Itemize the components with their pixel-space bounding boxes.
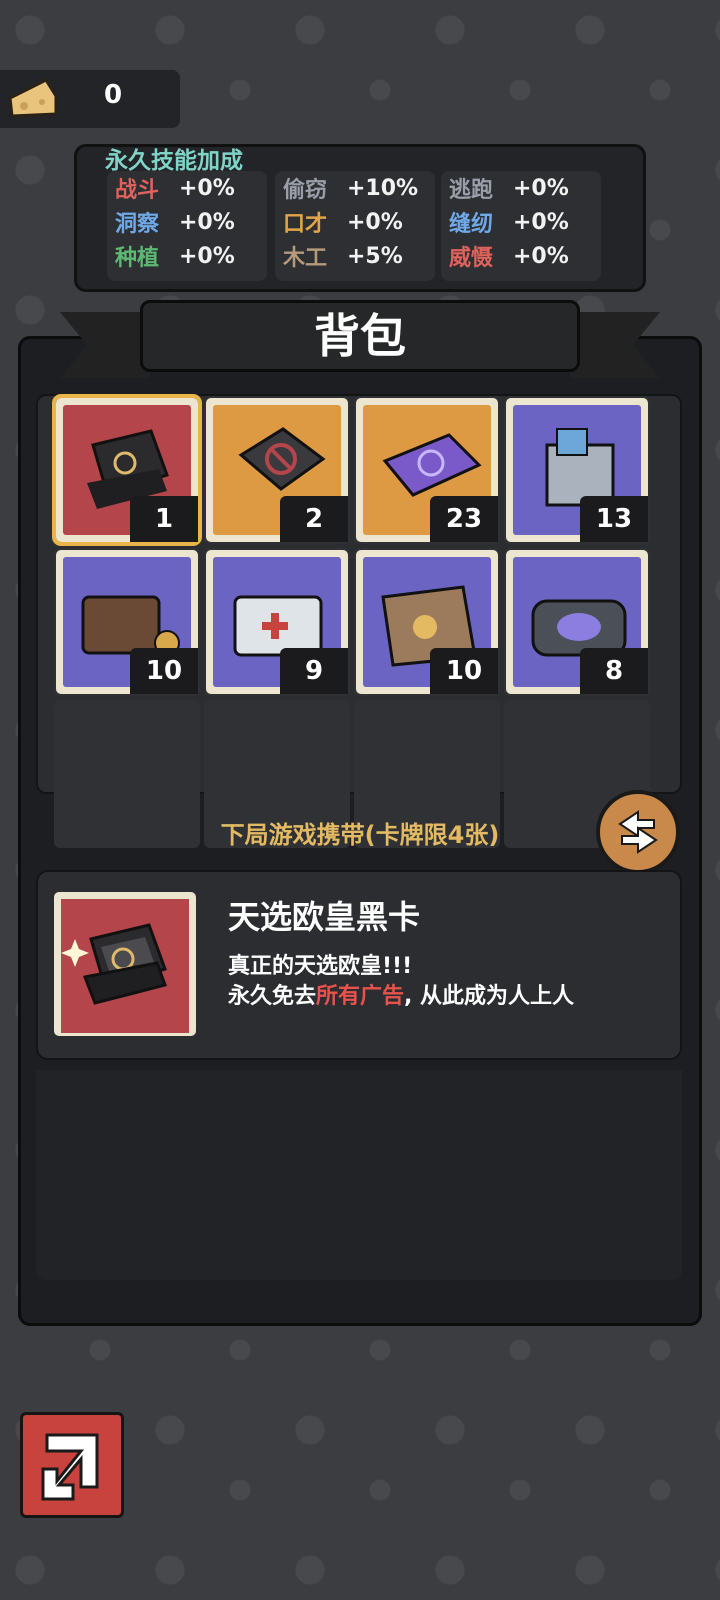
skill-value: +0% [179, 175, 235, 201]
skill-name: 逃跑 [449, 178, 494, 203]
item-count: 23 [430, 496, 498, 542]
skill-name: 种植 [115, 246, 160, 271]
skill-column: 逃跑 +0% 缝纫 +0% 威慑 +0% [441, 171, 601, 281]
inventory-grid: 1 2 23 13 10 9 10 8 [36, 394, 682, 848]
skill-value: +0% [179, 209, 235, 235]
item-count: 10 [430, 648, 498, 694]
inventory-item-purple-wallet[interactable]: 23 [356, 398, 498, 542]
inventory-item-paper-bag[interactable]: 10 [356, 550, 498, 694]
skill-value: +10% [347, 175, 419, 201]
bag-title-banner: 背包 [140, 300, 580, 372]
skill-row: 木工 +5% [275, 239, 435, 273]
skill-row: 缝纫 +0% [441, 205, 601, 239]
skill-name: 威慑 [449, 246, 494, 271]
skill-row: 洞察 +0% [107, 205, 267, 239]
inventory-item-pouch[interactable]: 8 [506, 550, 648, 694]
skill-name: 偷窃 [283, 178, 328, 203]
skill-name: 洞察 [115, 212, 160, 237]
skill-name: 木工 [283, 246, 328, 271]
detail-item-name: 天选欧皇黑卡 [228, 898, 421, 936]
item-count: 1 [130, 496, 198, 542]
skill-row: 威慑 +0% [441, 239, 601, 273]
inventory-item-leather-wallet[interactable]: 10 [56, 550, 198, 694]
item-count: 2 [280, 496, 348, 542]
skill-row: 战斗 +0% [107, 171, 267, 205]
skill-bonus-panel: 永久技能加成 战斗 +0% 洞察 +0% 种植 +0% 偷窃 +10% 口才 +0% 木工 +5% … [74, 144, 646, 292]
skill-value: +0% [513, 243, 569, 269]
skill-value: +0% [513, 209, 569, 235]
skill-value: +5% [347, 243, 403, 269]
inventory-item-no-ads-box[interactable]: 2 [206, 398, 348, 542]
item-count: 9 [280, 648, 348, 694]
cheese-icon [8, 78, 58, 118]
item-detail-panel: 天选欧皇黑卡 真正的天选欧皇!!! 永久免去所有广告, 从此成为人上人 [36, 870, 682, 1060]
swap-button[interactable] [596, 790, 680, 874]
skill-value: +0% [179, 243, 235, 269]
inventory-item-money-bag[interactable]: 13 [506, 398, 648, 542]
currency-display: 0 [0, 70, 180, 128]
detail-item-description: 真正的天选欧皇!!! 永久免去所有广告, 从此成为人上人 [228, 952, 574, 1012]
item-count: 8 [580, 648, 648, 694]
currency-value: 0 [104, 80, 123, 110]
swap-arrows-icon [618, 810, 658, 854]
back-arrow-icon [41, 1433, 99, 1501]
desc-text: 永久免去 [228, 984, 317, 1009]
black-card-box-icon [61, 923, 167, 1005]
item-count: 10 [130, 648, 198, 694]
bag-title: 背包 [314, 309, 406, 363]
item-count: 13 [580, 496, 648, 542]
skill-value: +0% [347, 209, 403, 235]
detail-desc-line2: 永久免去所有广告, 从此成为人上人 [228, 982, 574, 1012]
skill-row: 偷窃 +10% [275, 171, 435, 205]
skill-row: 口才 +0% [275, 205, 435, 239]
skill-name: 口才 [283, 212, 328, 237]
skill-name: 缝纫 [449, 212, 494, 237]
detail-item-card [54, 892, 196, 1036]
skills-title: 永久技能加成 [105, 148, 243, 174]
inventory-item-black-card-box[interactable]: 1 [52, 394, 202, 546]
inventory-item-first-aid-kit[interactable]: 9 [206, 550, 348, 694]
skill-column: 战斗 +0% 洞察 +0% 种植 +0% [107, 171, 267, 281]
desc-text: , 从此成为人上人 [404, 984, 575, 1009]
detail-item-image [61, 899, 189, 1033]
skill-row: 逃跑 +0% [441, 171, 601, 205]
back-button[interactable] [20, 1412, 124, 1518]
skill-row: 种植 +0% [107, 239, 267, 273]
skill-name: 战斗 [115, 178, 160, 203]
skill-value: +0% [513, 175, 569, 201]
skill-column: 偷窃 +10% 口才 +0% 木工 +5% [275, 171, 435, 281]
detail-desc-line1: 真正的天选欧皇!!! [228, 954, 413, 979]
carry-slots-area [36, 1070, 682, 1280]
desc-highlight: 所有广告 [316, 984, 405, 1009]
